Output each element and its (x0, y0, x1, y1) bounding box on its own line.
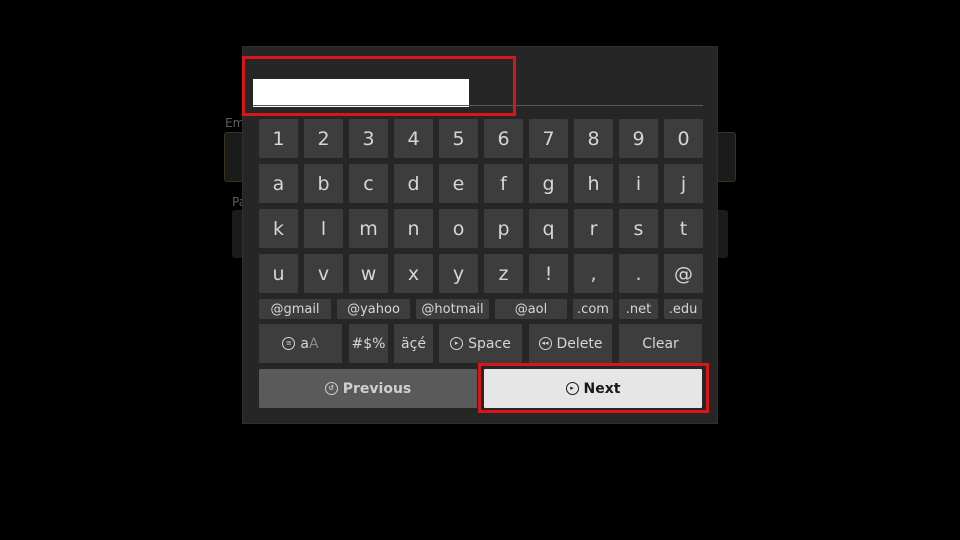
case-toggle-key[interactable]: ≡ aA (259, 324, 342, 363)
key-1-8[interactable]: i (619, 164, 658, 203)
play-pause-icon: ▸ (450, 337, 464, 350)
key-1-2[interactable]: c (349, 164, 388, 203)
back-icon: ↺ (324, 382, 338, 395)
key-0-8[interactable]: 9 (619, 119, 658, 158)
key-2-3[interactable]: n (394, 209, 433, 248)
key-0-4[interactable]: 5 (439, 119, 478, 158)
key-0-9[interactable]: 0 (664, 119, 703, 158)
key-3-4[interactable]: y (439, 254, 478, 293)
key-3-0[interactable]: u (259, 254, 298, 293)
key-0-3[interactable]: 4 (394, 119, 433, 158)
key-3-2[interactable]: w (349, 254, 388, 293)
key-2-5[interactable]: p (484, 209, 523, 248)
key-2-8[interactable]: s (619, 209, 658, 248)
key-1-0[interactable]: a (259, 164, 298, 203)
key-3-8[interactable]: . (619, 254, 658, 293)
key-3-3[interactable]: x (394, 254, 433, 293)
next-button[interactable]: ▸ Next (484, 369, 702, 408)
key-2-9[interactable]: t (664, 209, 703, 248)
space-label: Space (468, 335, 511, 352)
key-0-6[interactable]: 7 (529, 119, 568, 158)
onscreen-keyboard: 1 2 3 4 5 6 7 8 9 0 a b c d e f g h i j k l m n o p q r s t u v w x y z!,. @… (242, 46, 718, 424)
key-0-7[interactable]: 8 (574, 119, 613, 158)
key-2-2[interactable]: m (349, 209, 388, 248)
key-3-5[interactable]: z (484, 254, 523, 293)
key-2-4[interactable]: o (439, 209, 478, 248)
accents-key[interactable]: äçé (394, 324, 433, 363)
delete-label: Delete (556, 335, 603, 352)
key-3-9[interactable]: @ (664, 254, 703, 293)
clear-key[interactable]: Clear (619, 324, 702, 363)
rewind-icon: ◂◂ (538, 337, 552, 350)
key-3-7[interactable]: , (574, 254, 613, 293)
menu-button-icon: ≡ (282, 337, 296, 350)
key-0-5[interactable]: 6 (484, 119, 523, 158)
screen: Em Pa 1234567890abcdefghijklmnopqrstuvwx… (0, 0, 960, 540)
key-1-7[interactable]: h (574, 164, 613, 203)
key-1-5[interactable]: f (484, 164, 523, 203)
case-lower-label: a (300, 335, 309, 352)
key-1-4[interactable]: e (439, 164, 478, 203)
key-0-0[interactable]: 1 (259, 119, 298, 158)
key-1-1[interactable]: b (304, 164, 343, 203)
domain-key-0[interactable]: @gmail (259, 299, 331, 319)
previous-button[interactable]: ↺ Previous (259, 369, 477, 408)
key-3-1[interactable]: v (304, 254, 343, 293)
delete-key[interactable]: ◂◂ Delete (529, 324, 612, 363)
key-2-7[interactable]: r (574, 209, 613, 248)
text-input-field[interactable] (253, 79, 469, 107)
key-2-6[interactable]: q (529, 209, 568, 248)
next-label: Next (583, 380, 621, 397)
play-pause-icon: ▸ (565, 382, 579, 395)
key-3-6[interactable]: ! (529, 254, 568, 293)
key-0-1[interactable]: 2 (304, 119, 343, 158)
domain-key-5[interactable]: .net (619, 299, 658, 319)
domain-key-4[interactable]: .com (573, 299, 613, 319)
key-1-3[interactable]: d (394, 164, 433, 203)
key-2-0[interactable]: k (259, 209, 298, 248)
domain-key-2[interactable]: @hotmail (416, 299, 489, 319)
key-1-6[interactable]: g (529, 164, 568, 203)
space-key[interactable]: ▸ Space (439, 324, 522, 363)
key-0-2[interactable]: 3 (349, 119, 388, 158)
key-1-9[interactable]: j (664, 164, 703, 203)
case-upper-label: A (309, 335, 319, 352)
input-underline (253, 105, 703, 106)
symbols-key[interactable]: #$% (349, 324, 388, 363)
domain-key-1[interactable]: @yahoo (337, 299, 410, 319)
domain-key-3[interactable]: @aol (495, 299, 567, 319)
previous-label: Previous (342, 380, 412, 397)
key-2-1[interactable]: l (304, 209, 343, 248)
domain-key-6[interactable]: .edu (664, 299, 702, 319)
